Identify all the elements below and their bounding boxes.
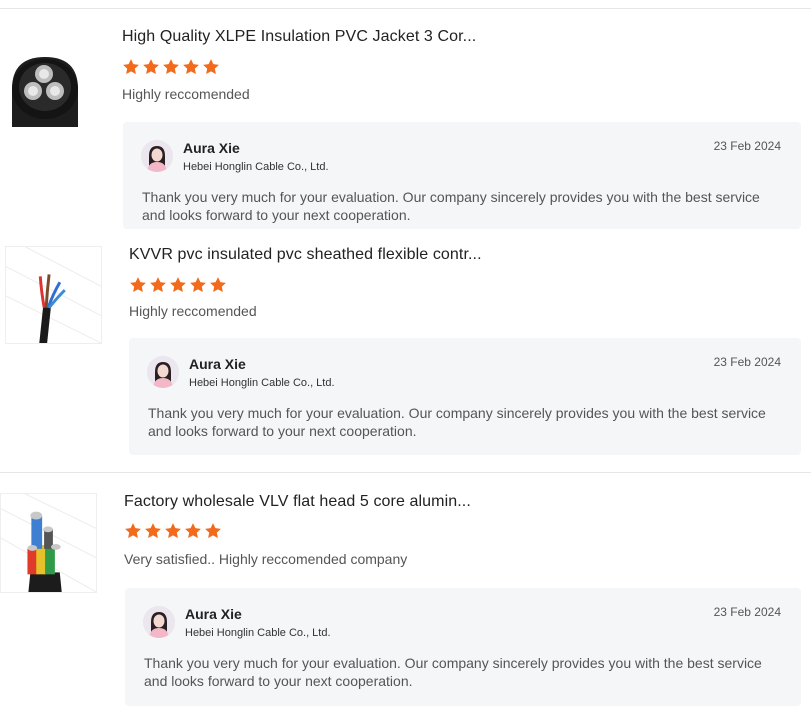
reply-author-name: Aura Xie bbox=[189, 356, 246, 372]
rating-stars bbox=[124, 522, 222, 540]
reply-text: Thank you very much for your evaluation.… bbox=[148, 405, 766, 439]
reply-author-name: Aura Xie bbox=[183, 140, 240, 156]
star-icon bbox=[165, 523, 181, 539]
reply-date: 23 Feb 2024 bbox=[713, 355, 781, 369]
product-title[interactable]: KVVR pvc insulated pvc sheathed flexible… bbox=[129, 246, 482, 264]
avatar bbox=[141, 140, 173, 172]
star-icon bbox=[125, 523, 141, 539]
reply-company: Hebei Honglin Cable Co., Ltd. bbox=[189, 377, 335, 389]
rating-stars bbox=[122, 58, 220, 76]
product-thumbnail-2[interactable] bbox=[5, 246, 102, 344]
star-icon bbox=[185, 523, 201, 539]
review-comment: Highly reccomended bbox=[122, 86, 250, 102]
product-thumbnail-1[interactable] bbox=[0, 29, 95, 127]
star-icon bbox=[150, 277, 166, 293]
product-thumbnail-3[interactable] bbox=[0, 493, 97, 593]
reply-date: 23 Feb 2024 bbox=[713, 605, 781, 619]
star-icon bbox=[143, 59, 159, 75]
review-comment: Highly reccomended bbox=[129, 303, 257, 319]
seller-reply: Aura Xie Hebei Honglin Cable Co., Ltd. 2… bbox=[129, 338, 801, 455]
avatar bbox=[143, 606, 175, 638]
reply-author-name: Aura Xie bbox=[185, 606, 242, 622]
reply-text: Thank you very much for your evaluation.… bbox=[142, 189, 760, 223]
star-icon bbox=[170, 277, 186, 293]
seller-reply: Aura Xie Hebei Honglin Cable Co., Ltd. 2… bbox=[125, 588, 801, 706]
reply-company: Hebei Honglin Cable Co., Ltd. bbox=[185, 627, 331, 639]
star-icon bbox=[210, 277, 226, 293]
star-icon bbox=[163, 59, 179, 75]
review-comment: Very satisfied.. Highly reccomended comp… bbox=[124, 551, 408, 567]
review-divider bbox=[0, 472, 811, 473]
top-divider bbox=[0, 8, 811, 9]
star-icon bbox=[130, 277, 146, 293]
star-icon bbox=[145, 523, 161, 539]
reply-company: Hebei Honglin Cable Co., Ltd. bbox=[183, 161, 329, 173]
star-icon bbox=[190, 277, 206, 293]
reply-date: 23 Feb 2024 bbox=[713, 139, 781, 153]
star-icon bbox=[183, 59, 199, 75]
product-title[interactable]: Factory wholesale VLV flat head 5 core a… bbox=[124, 493, 471, 511]
avatar bbox=[147, 356, 179, 388]
star-icon bbox=[203, 59, 219, 75]
reply-text: Thank you very much for your evaluation.… bbox=[144, 655, 762, 689]
star-icon bbox=[123, 59, 139, 75]
star-icon bbox=[205, 523, 221, 539]
seller-reply: Aura Xie Hebei Honglin Cable Co., Ltd. 2… bbox=[123, 122, 801, 229]
product-title[interactable]: High Quality XLPE Insulation PVC Jacket … bbox=[122, 28, 476, 46]
rating-stars bbox=[129, 276, 227, 294]
